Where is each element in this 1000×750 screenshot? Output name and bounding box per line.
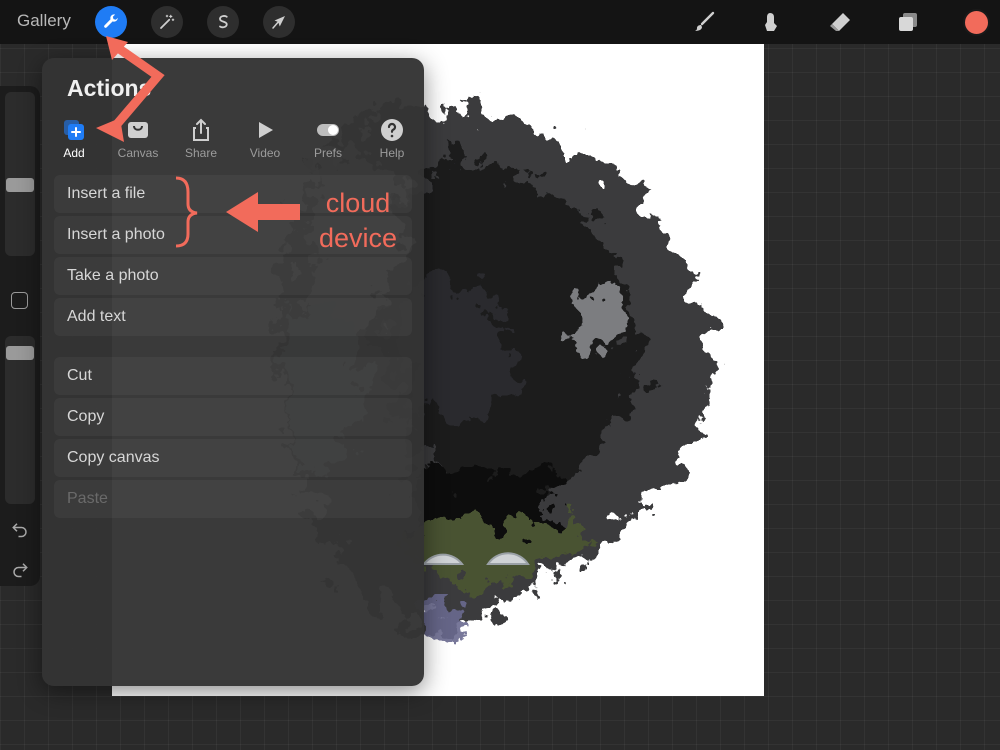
copy-canvas-item[interactable]: Copy canvas (54, 439, 412, 477)
redo-button[interactable] (9, 559, 31, 579)
smudge-icon (765, 13, 777, 31)
brush-size-handle[interactable] (6, 178, 34, 192)
brush-icon (695, 11, 715, 31)
tab-label: Video (249, 146, 281, 160)
eraser-icon (830, 13, 850, 31)
top-toolbar: Gallery (0, 0, 1000, 44)
actions-panel: Actions Add Canvas Share Video Prefs Hel… (42, 58, 424, 686)
tab-prefs[interactable]: Prefs (298, 118, 358, 166)
opacity-slider[interactable] (5, 336, 35, 504)
tab-canvas[interactable]: Canvas (108, 118, 168, 166)
tab-label: Prefs (313, 146, 342, 160)
play-icon (259, 122, 273, 138)
tab-label: Help (379, 146, 405, 160)
wrench-actions-button[interactable] (95, 6, 127, 38)
share-icon (193, 118, 209, 141)
cut-item[interactable]: Cut (54, 357, 412, 395)
wrench-icon (104, 14, 118, 28)
magic-wand-icon (160, 14, 175, 29)
paste-item: Paste (54, 480, 412, 518)
tab-add[interactable]: Add (44, 118, 104, 166)
tab-video[interactable]: Video (235, 118, 295, 166)
tab-label: Add (63, 146, 85, 160)
tab-help[interactable]: Help (362, 118, 422, 166)
redo-icon (13, 563, 28, 578)
smudge-button[interactable] (756, 8, 784, 36)
selection-button[interactable] (207, 6, 239, 38)
gallery-button[interactable]: Gallery (17, 11, 71, 31)
brush-button[interactable] (690, 8, 718, 36)
undo-icon (12, 523, 27, 538)
layers-icon (899, 13, 917, 31)
tab-share[interactable]: Share (171, 118, 231, 166)
opacity-handle[interactable] (6, 346, 34, 360)
copy-item[interactable]: Copy (54, 398, 412, 436)
tab-label: Share (184, 146, 218, 160)
canvas-icon (128, 122, 148, 138)
color-picker-button[interactable] (963, 9, 990, 36)
take-photo-item[interactable]: Take a photo (54, 257, 412, 295)
layers-button[interactable] (894, 8, 922, 36)
brush-size-slider[interactable] (5, 92, 35, 256)
add-text-item[interactable]: Add text (54, 298, 412, 336)
help-icon (381, 119, 403, 141)
toggle-icon (317, 124, 339, 136)
adjustments-button[interactable] (151, 6, 183, 38)
undo-button[interactable] (9, 519, 31, 539)
add-plus-icon (64, 120, 84, 140)
eraser-button[interactable] (826, 8, 854, 36)
modify-button[interactable] (11, 292, 28, 309)
insert-file-item[interactable]: Insert a file (54, 175, 412, 213)
left-sidebar (0, 86, 40, 586)
arrow-cursor-icon (272, 16, 285, 29)
tab-label: Canvas (117, 146, 159, 160)
insert-photo-item[interactable]: Insert a photo (54, 216, 412, 254)
selection-s-icon (219, 15, 228, 29)
panel-title: Actions (67, 75, 152, 101)
transform-button[interactable] (263, 6, 295, 38)
